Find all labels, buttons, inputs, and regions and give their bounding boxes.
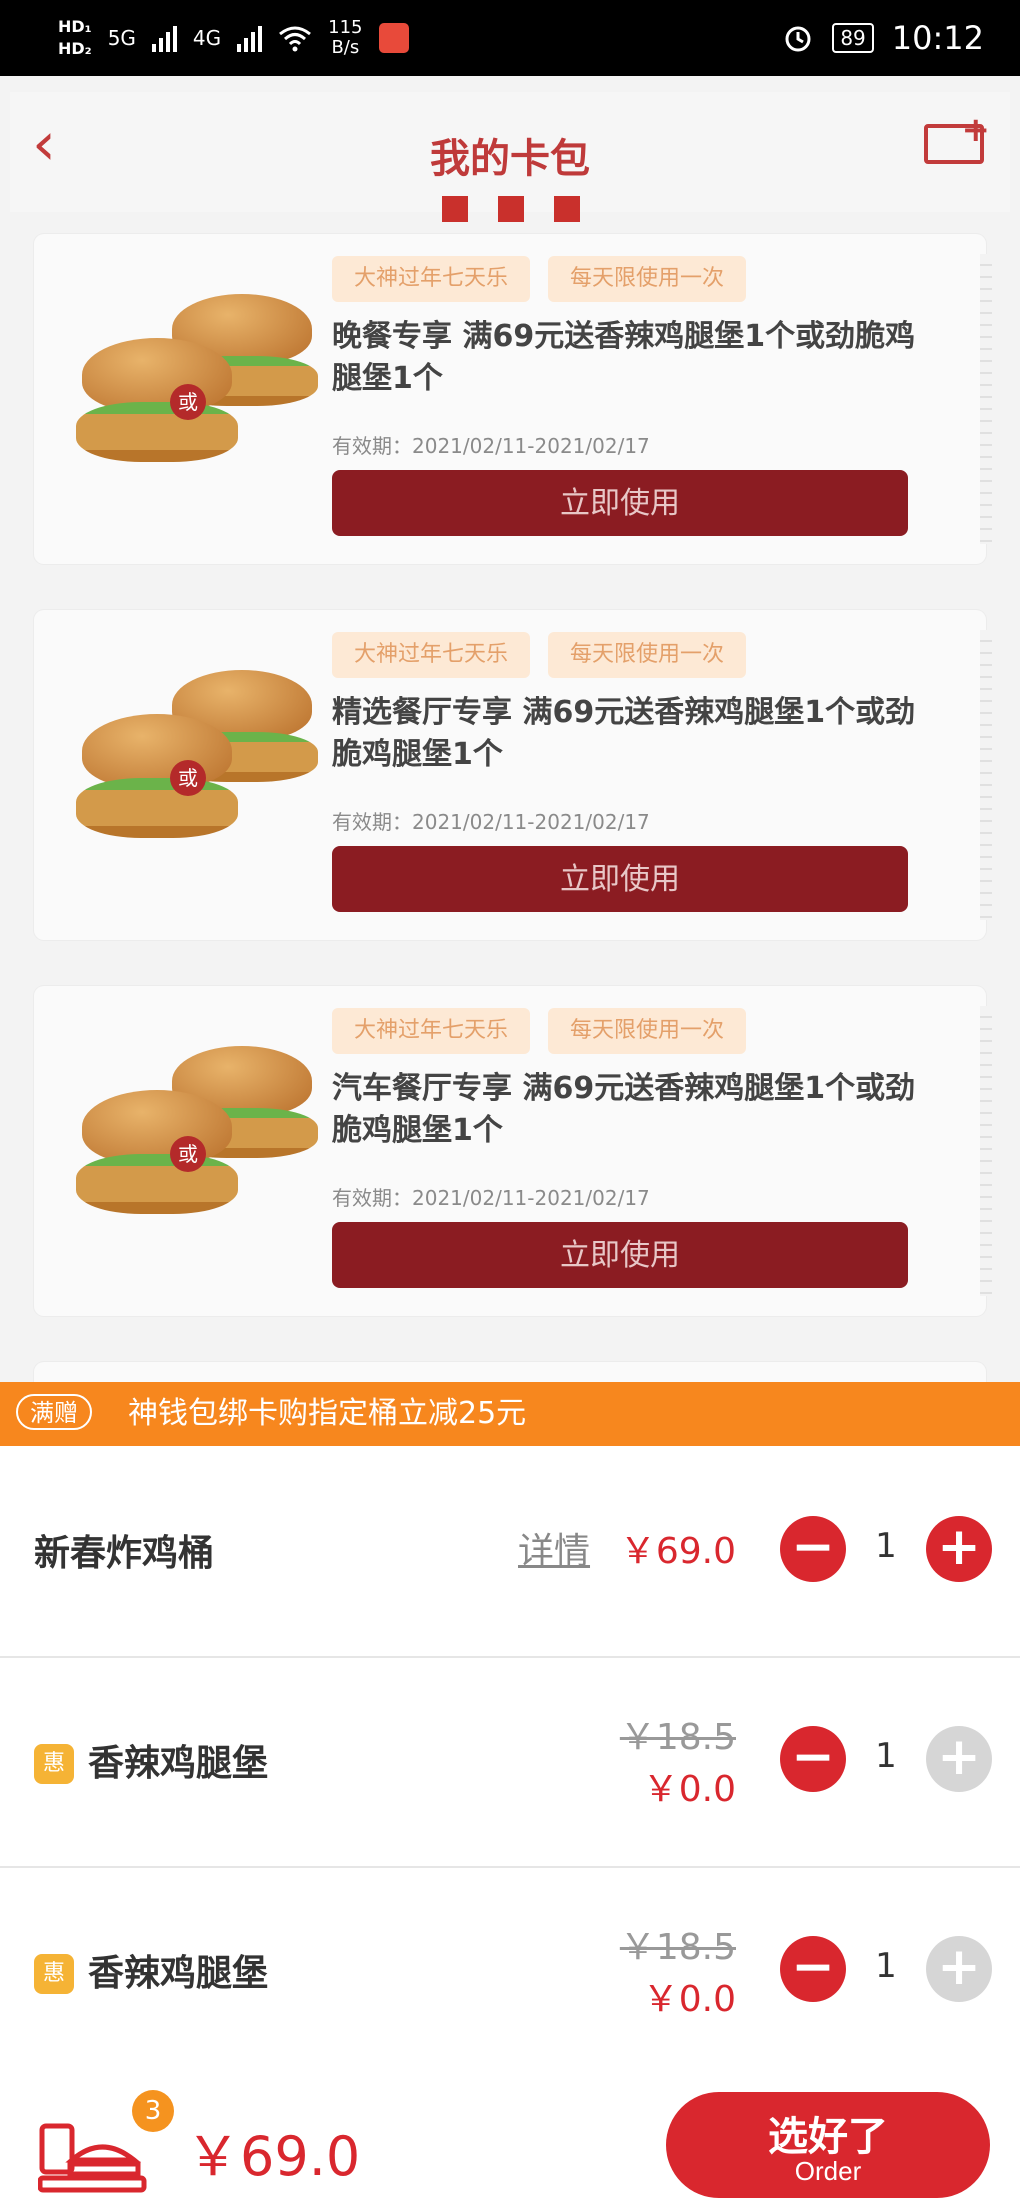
increase-quantity-button[interactable]: + [926, 1726, 992, 1792]
use-now-button[interactable]: 立即使用 [332, 1222, 908, 1288]
status-right: 89 10:12 [782, 14, 984, 62]
item-name: 香辣鸡腿堡 [88, 1743, 269, 1784]
decrease-quantity-button[interactable]: − [780, 1936, 846, 2002]
page-title: 我的卡包 [430, 136, 590, 182]
signal-bars-icon [151, 24, 177, 52]
decrease-quantity-button[interactable]: − [780, 1726, 846, 1792]
coupon-tag: 大神过年七天乐 [332, 256, 531, 302]
coupon-tag: 每天限使用一次 [548, 256, 747, 302]
item-name: 新春炸鸡桶 [34, 1533, 215, 1574]
page-header: ‹ 我的卡包 + [10, 92, 1010, 222]
coupon-validity: 有效期：2021/02/11-2021/02/17 [332, 434, 650, 458]
burger-image: 或 [62, 284, 322, 504]
coupon-tag: 每天限使用一次 [548, 1008, 747, 1054]
wifi-icon [279, 26, 312, 52]
net-speed-value: 115 [328, 17, 363, 38]
item-price: ￥0.0 [642, 1769, 736, 1810]
signal-4g-label: 4G [192, 26, 222, 50]
or-badge: 或 [170, 1136, 206, 1172]
coupon-tags: 大神过年七天乐 每天限使用一次 [332, 256, 747, 302]
order-button-sublabel: Order [794, 2156, 862, 2186]
use-now-button[interactable]: 立即使用 [332, 846, 908, 912]
promo-banner[interactable]: 满赠 神钱包绑卡购指定桶立减25元 [0, 1382, 1020, 1446]
or-badge: 或 [170, 384, 206, 420]
signal-5g-label: 5G [107, 26, 136, 50]
coupon-tags: 大神过年七天乐 每天限使用一次 [332, 632, 747, 678]
net-speed: 115 B/s [328, 18, 362, 58]
clock: 10:12 [891, 19, 984, 57]
order-button-label: 选好了 [768, 2115, 888, 2159]
status-left: HD₁ HD₂ 5G 4G 115 B/s [58, 12, 409, 64]
cart-row: 新春炸鸡桶 详情 ￥69.0 − 1 + [0, 1446, 1020, 1658]
app-notification-icon [378, 23, 409, 53]
title-decoration [442, 196, 580, 222]
use-now-button[interactable]: 立即使用 [332, 470, 908, 536]
coupon-validity: 有效期：2021/02/11-2021/02/17 [332, 1186, 650, 1210]
battery-icon: 89 [832, 23, 874, 53]
coupon-title: 汽车餐厅专享 满69元送香辣鸡腿堡1个或劲脆鸡腿堡1个 [332, 1071, 916, 1148]
coupon-card: 或 大神过年七天乐 每天限使用一次 精选餐厅专享 满69元送香辣鸡腿堡1个或劲脆… [34, 610, 992, 940]
or-badge: 或 [170, 760, 206, 796]
hd2-label: HD₂ [58, 39, 92, 58]
increase-quantity-button[interactable]: + [926, 1516, 992, 1582]
coupon-card-partial [34, 1362, 986, 1382]
net-speed-unit: B/s [331, 37, 360, 58]
cart-panel: 新春炸鸡桶 详情 ￥69.0 − 1 + 惠 香辣鸡腿堡 ￥18.5 ￥0.0 … [0, 1446, 1020, 2078]
cart-count-badge: 3 [132, 2090, 174, 2132]
detail-link[interactable]: 详情 [518, 1522, 590, 1574]
burger-image: 或 [62, 1036, 322, 1256]
item-quantity: 1 [875, 1526, 897, 1566]
item-quantity: 1 [875, 1736, 897, 1776]
original-price: ￥18.5 [619, 1927, 736, 1968]
coupon-tag: 每天限使用一次 [548, 632, 747, 678]
decrease-quantity-button[interactable]: − [780, 1516, 846, 1582]
order-button[interactable]: 选好了 Order [666, 2092, 990, 2198]
alarm-icon [785, 26, 811, 52]
promo-text: 神钱包绑卡购指定桶立减25元 [128, 1396, 527, 1431]
tray-icon[interactable] [38, 2116, 148, 2196]
plus-icon: + [961, 110, 991, 150]
cart-row: 惠 香辣鸡腿堡 ￥18.5 ￥0.0 − 1 + [0, 1656, 1020, 1868]
item-quantity: 1 [875, 1946, 897, 1986]
hd-indicator: HD₁ HD₂ [58, 16, 92, 60]
status-bar: HD₁ HD₂ 5G 4G 115 B/s 89 10:12 [0, 0, 1020, 76]
coupon-tag: 大神过年七天乐 [332, 632, 531, 678]
burger-image: 或 [62, 660, 322, 880]
discount-badge: 惠 [34, 1744, 74, 1784]
item-price: ￥0.0 [642, 1979, 736, 2020]
discount-badge: 惠 [34, 1954, 74, 1994]
promo-tag: 满赠 [16, 1394, 92, 1430]
hd1-label: HD₁ [58, 17, 92, 36]
card-wallet-page: ‹ 我的卡包 + 或 大神过年七天乐 每天限使用一次 晚餐专享 满69元送香辣鸡… [0, 76, 1020, 1382]
coupon-title: 精选餐厅专享 满69元送香辣鸡腿堡1个或劲脆鸡腿堡1个 [332, 695, 916, 772]
increase-quantity-button[interactable]: + [926, 1936, 992, 2002]
signal-bars-icon [237, 24, 263, 52]
coupon-tag: 大神过年七天乐 [332, 1008, 531, 1054]
original-price: ￥18.5 [619, 1717, 736, 1758]
coupon-validity: 有效期：2021/02/11-2021/02/17 [332, 810, 650, 834]
item-name: 香辣鸡腿堡 [88, 1953, 269, 1994]
total-price: ￥69.0 [186, 2125, 361, 2188]
item-price: ￥69.0 [619, 1531, 736, 1572]
coupon-title: 晚餐专享 满69元送香辣鸡腿堡1个或劲脆鸡腿堡1个 [332, 319, 916, 396]
checkout-bar: 3 ￥69.0 选好了 Order [0, 2076, 1020, 2210]
coupon-card: 或 大神过年七天乐 每天限使用一次 汽车餐厅专享 满69元送香辣鸡腿堡1个或劲脆… [34, 986, 992, 1316]
coupon-card: 或 大神过年七天乐 每天限使用一次 晚餐专享 满69元送香辣鸡腿堡1个或劲脆鸡腿… [34, 234, 992, 564]
coupon-tags: 大神过年七天乐 每天限使用一次 [332, 1008, 747, 1054]
cart-row: 惠 香辣鸡腿堡 ￥18.5 ￥0.0 − 1 + [0, 1866, 1020, 2078]
